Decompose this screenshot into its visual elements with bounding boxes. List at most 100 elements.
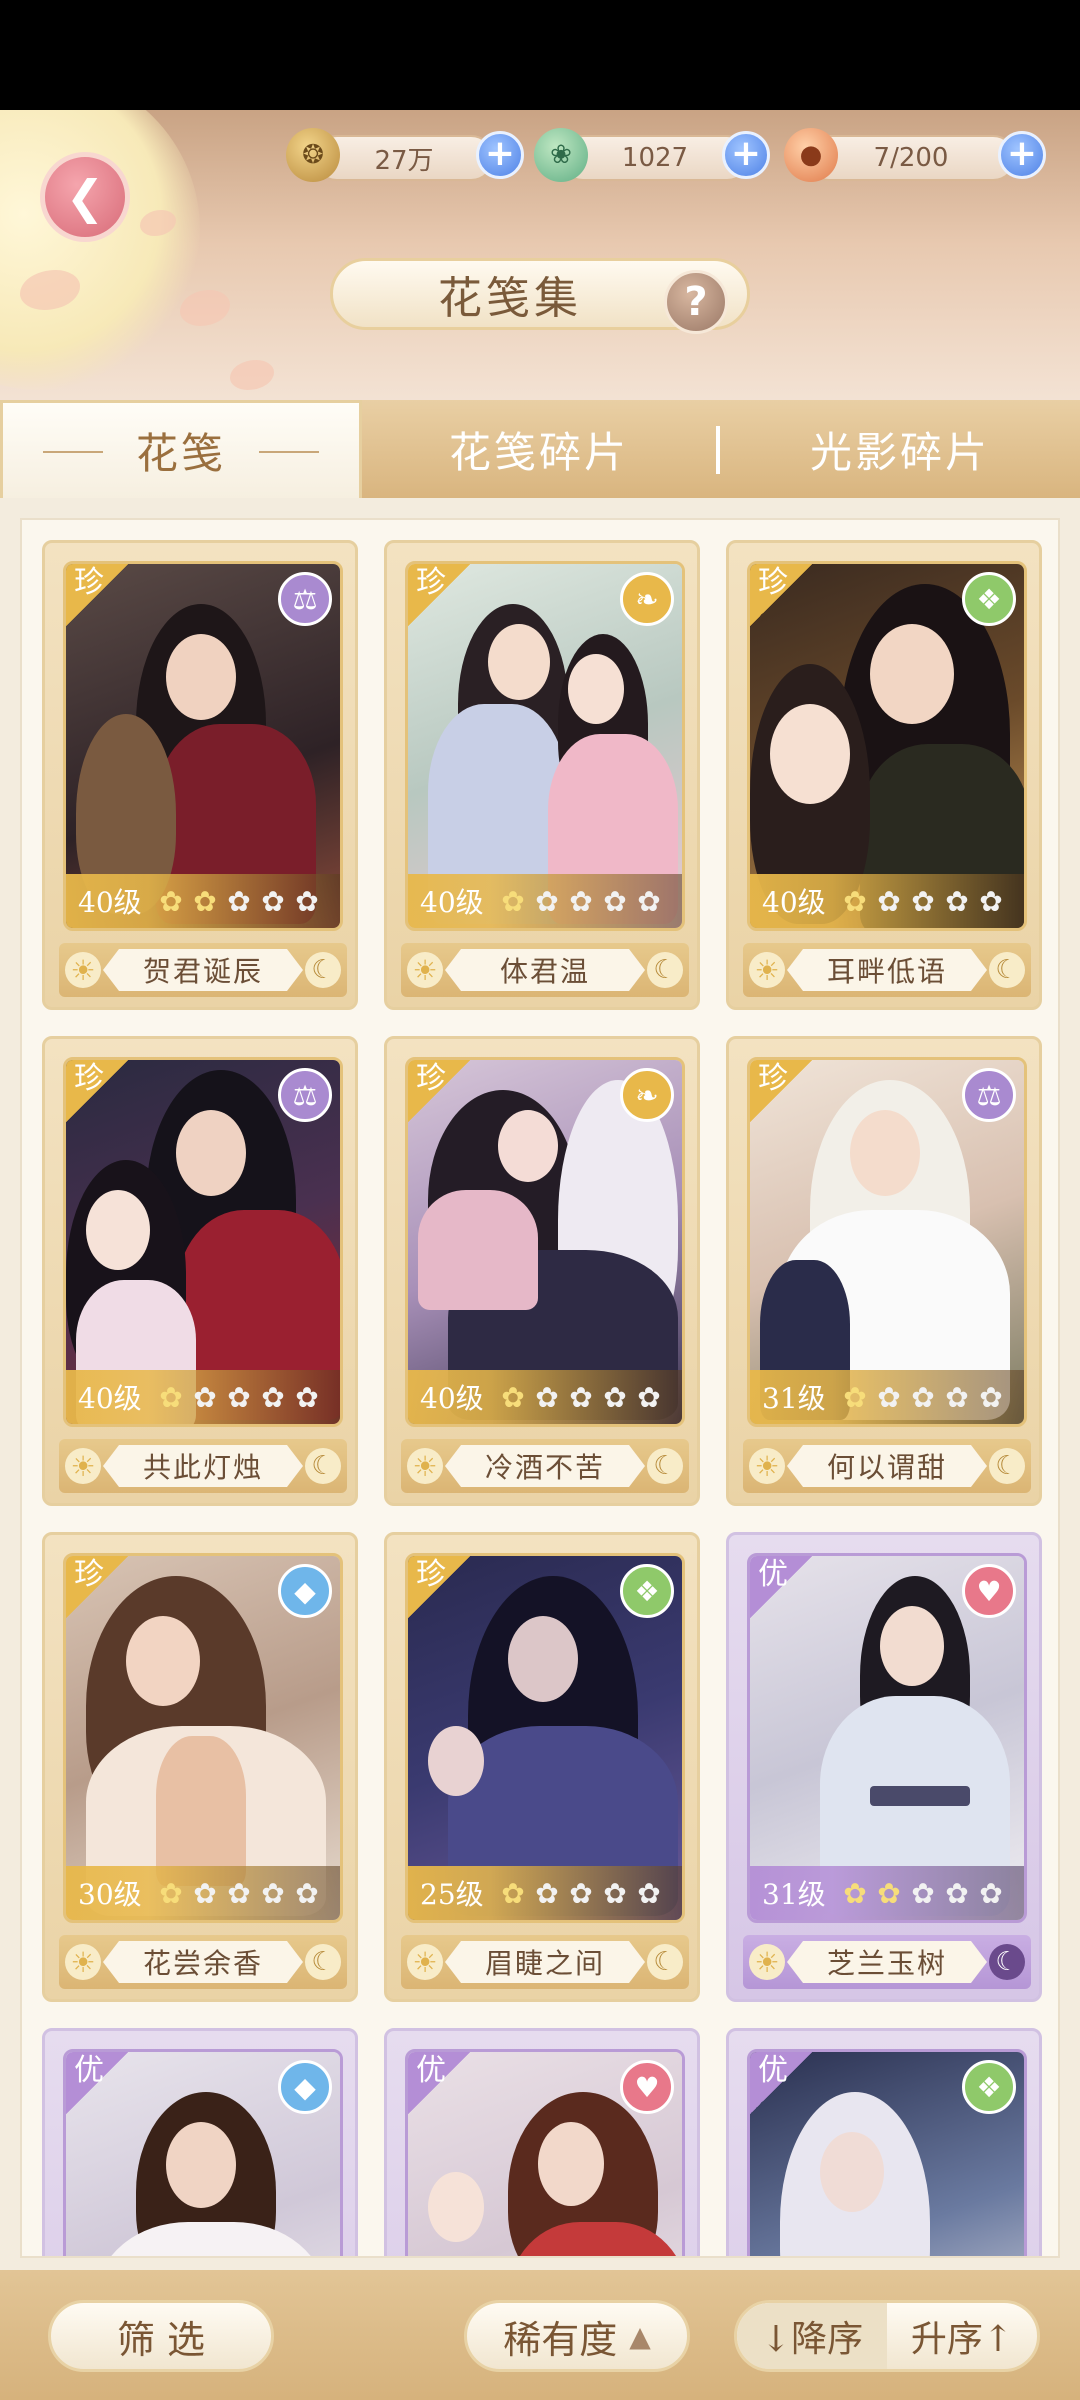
name-plate: ☀ 芝兰玉树 ☾ [743, 1935, 1031, 1989]
moon-icon: ☾ [989, 1448, 1025, 1484]
rarity-tag: 优 [66, 2052, 128, 2114]
star-icon: ✿ [911, 1380, 935, 1414]
card-item[interactable]: 珍 ◆ 30级 ✿ ✿ ✿ ✿ ✿ ☀ 花尝余香 ☾ [42, 1532, 358, 2002]
card-art: 优 ❖ [747, 2049, 1027, 2256]
star-icon: ✿ [501, 884, 525, 918]
card-art: 珍 ⚖ 40级 ✿ ✿ ✿ ✿ ✿ [63, 561, 343, 931]
card-level: 40级 [420, 886, 484, 919]
card-item[interactable]: 优 ◆ [42, 2028, 358, 2256]
level-bar: 40级 ✿ ✿ ✿ ✿ ✿ [66, 1370, 340, 1424]
moon-icon: ☾ [647, 1448, 683, 1484]
tab-huajian-fragments[interactable]: 花笺碎片 [362, 400, 716, 498]
tab-label: 光影碎片 [809, 427, 990, 477]
card-item[interactable]: 珍 ⚖ 31级 ✿ ✿ ✿ ✿ ✿ ☀ 何以谓甜 ☾ [726, 1036, 1042, 1506]
card-item[interactable]: 珍 ❖ 25级 ✿ ✿ ✿ ✿ ✿ ☀ 眉睫之间 ☾ [384, 1532, 700, 2002]
card-name: 眉睫之间 [445, 1941, 645, 1983]
card-item[interactable]: 珍 ⚖ 40级 ✿ ✿ ✿ ✿ ✿ ☀ 贺君诞辰 ☾ [42, 540, 358, 1010]
help-button[interactable]: ? [664, 270, 728, 334]
card-name: 冷酒不苦 [445, 1445, 645, 1487]
star-rating: ✿ ✿ ✿ ✿ ✿ [156, 884, 322, 918]
star-icon: ✿ [569, 1876, 593, 1910]
star-icon: ✿ [911, 1876, 935, 1910]
tab-huajian[interactable]: 花笺 [0, 400, 362, 498]
card-level: 30级 [78, 1878, 142, 1911]
star-icon: ✿ [295, 1380, 319, 1414]
sort-descending-button[interactable]: ↓降序 [737, 2303, 887, 2369]
tab-ornament [259, 451, 319, 453]
name-plate: ☀ 耳畔低语 ☾ [743, 943, 1031, 997]
star-icon: ✿ [877, 1380, 901, 1414]
star-icon: ✿ [535, 1876, 559, 1910]
leaf-diamond-icon: ❖ [620, 1564, 674, 1618]
add-jade-button[interactable]: + [722, 131, 770, 179]
sun-icon: ☀ [65, 1944, 101, 1980]
card-level: 40级 [762, 886, 826, 919]
card-art: 珍 ❖ 25级 ✿ ✿ ✿ ✿ ✿ [405, 1553, 685, 1923]
rarity-tag: 珍 [66, 564, 128, 626]
star-icon: ✿ [227, 884, 251, 918]
add-coins-button[interactable]: + [476, 131, 524, 179]
rarity-tag: 优 [750, 2052, 812, 2114]
star-icon: ✿ [843, 1876, 867, 1910]
card-name: 贺君诞辰 [103, 949, 303, 991]
back-button[interactable]: ❮ [40, 152, 130, 242]
star-icon: ✿ [501, 1876, 525, 1910]
name-plate: ☀ 眉睫之间 ☾ [401, 1935, 689, 1989]
filter-button[interactable]: 筛 选 [48, 2300, 274, 2372]
card-level: 40级 [78, 886, 142, 919]
petal-decoration [230, 360, 274, 390]
star-icon: ✿ [877, 884, 901, 918]
star-icon: ✿ [569, 1380, 593, 1414]
level-bar: 40级 ✿ ✿ ✿ ✿ ✿ [66, 874, 340, 928]
moon-decoration [0, 110, 200, 390]
rarity-tag: 优 [408, 2052, 470, 2114]
card-item[interactable]: 珍 ❧ 40级 ✿ ✿ ✿ ✿ ✿ ☀ 体君温 ☾ [384, 540, 700, 1010]
star-icon: ✿ [261, 1876, 285, 1910]
resource-value: 7/200 [873, 143, 949, 173]
question-icon: ? [684, 279, 708, 325]
resource-value: 1027 [621, 143, 689, 173]
card-item[interactable]: 优 ❖ [726, 2028, 1042, 2256]
moon-icon: ☾ [647, 952, 683, 988]
card-art: 优 ◆ [63, 2049, 343, 2256]
card-item[interactable]: 珍 ❧ 40级 ✿ ✿ ✿ ✿ ✿ ☀ 冷酒不苦 ☾ [384, 1036, 700, 1506]
name-plate: ☀ 冷酒不苦 ☾ [401, 1439, 689, 1493]
sort-order-toggle: ↓降序 升序↑ [734, 2300, 1040, 2372]
rarity-tag: 珍 [750, 1060, 812, 1122]
sort-ascending-button[interactable]: 升序↑ [887, 2303, 1037, 2369]
add-stamina-button[interactable]: + [998, 131, 1046, 179]
star-icon: ✿ [501, 1380, 525, 1414]
card-grid: 珍 ⚖ 40级 ✿ ✿ ✿ ✿ ✿ ☀ 贺君诞辰 ☾ 珍 ❧ 40级 ✿ ✿ ✿… [20, 518, 1060, 2258]
star-icon: ✿ [945, 1876, 969, 1910]
level-bar: 40级 ✿ ✿ ✿ ✿ ✿ [750, 874, 1024, 928]
star-rating: ✿ ✿ ✿ ✿ ✿ [840, 1876, 1006, 1910]
tab-label: 花笺 [135, 429, 226, 478]
moon-icon: ☾ [305, 1448, 341, 1484]
rarity-sort-button[interactable]: 稀有度 ▲ [464, 2300, 690, 2372]
card-item[interactable]: 珍 ⚖ 40级 ✿ ✿ ✿ ✿ ✿ ☀ 共此灯烛 ☾ [42, 1036, 358, 1506]
star-icon: ✿ [193, 884, 217, 918]
card-panel: 珍 ⚖ 40级 ✿ ✿ ✿ ✿ ✿ ☀ 贺君诞辰 ☾ 珍 ❧ 40级 ✿ ✿ ✿… [0, 498, 1080, 2270]
triangle-up-icon: ▲ [629, 2319, 651, 2353]
star-icon: ✿ [159, 1876, 183, 1910]
rarity-tag: 珍 [750, 564, 812, 626]
sun-icon: ☀ [749, 1448, 785, 1484]
tab-label: 花笺碎片 [448, 427, 629, 477]
scales-icon: ⚖ [278, 572, 332, 626]
card-art: 珍 ◆ 30级 ✿ ✿ ✿ ✿ ✿ [63, 1553, 343, 1923]
sun-icon: ☀ [407, 1944, 443, 1980]
card-item[interactable]: 优 ♥ 31级 ✿ ✿ ✿ ✿ ✿ ☀ 芝兰玉树 ☾ [726, 1532, 1042, 2002]
card-art: 优 ♥ 31级 ✿ ✿ ✿ ✿ ✿ [747, 1553, 1027, 1923]
moon-icon: ☾ [305, 1944, 341, 1980]
tab-light-fragments[interactable]: 光影碎片 [720, 400, 1080, 498]
star-rating: ✿ ✿ ✿ ✿ ✿ [840, 884, 1006, 918]
card-level: 25级 [420, 1878, 484, 1911]
water-drop-icon: ◆ [278, 1564, 332, 1618]
rarity-tag: 珍 [66, 1556, 128, 1618]
card-item[interactable]: 优 ♥ [384, 2028, 700, 2256]
back-arrow-icon: ❮ [65, 170, 105, 224]
water-drop-icon: ◆ [278, 2060, 332, 2114]
star-rating: ✿ ✿ ✿ ✿ ✿ [498, 1876, 664, 1910]
card-art: 优 ♥ [405, 2049, 685, 2256]
card-item[interactable]: 珍 ❖ 40级 ✿ ✿ ✿ ✿ ✿ ☀ 耳畔低语 ☾ [726, 540, 1042, 1010]
